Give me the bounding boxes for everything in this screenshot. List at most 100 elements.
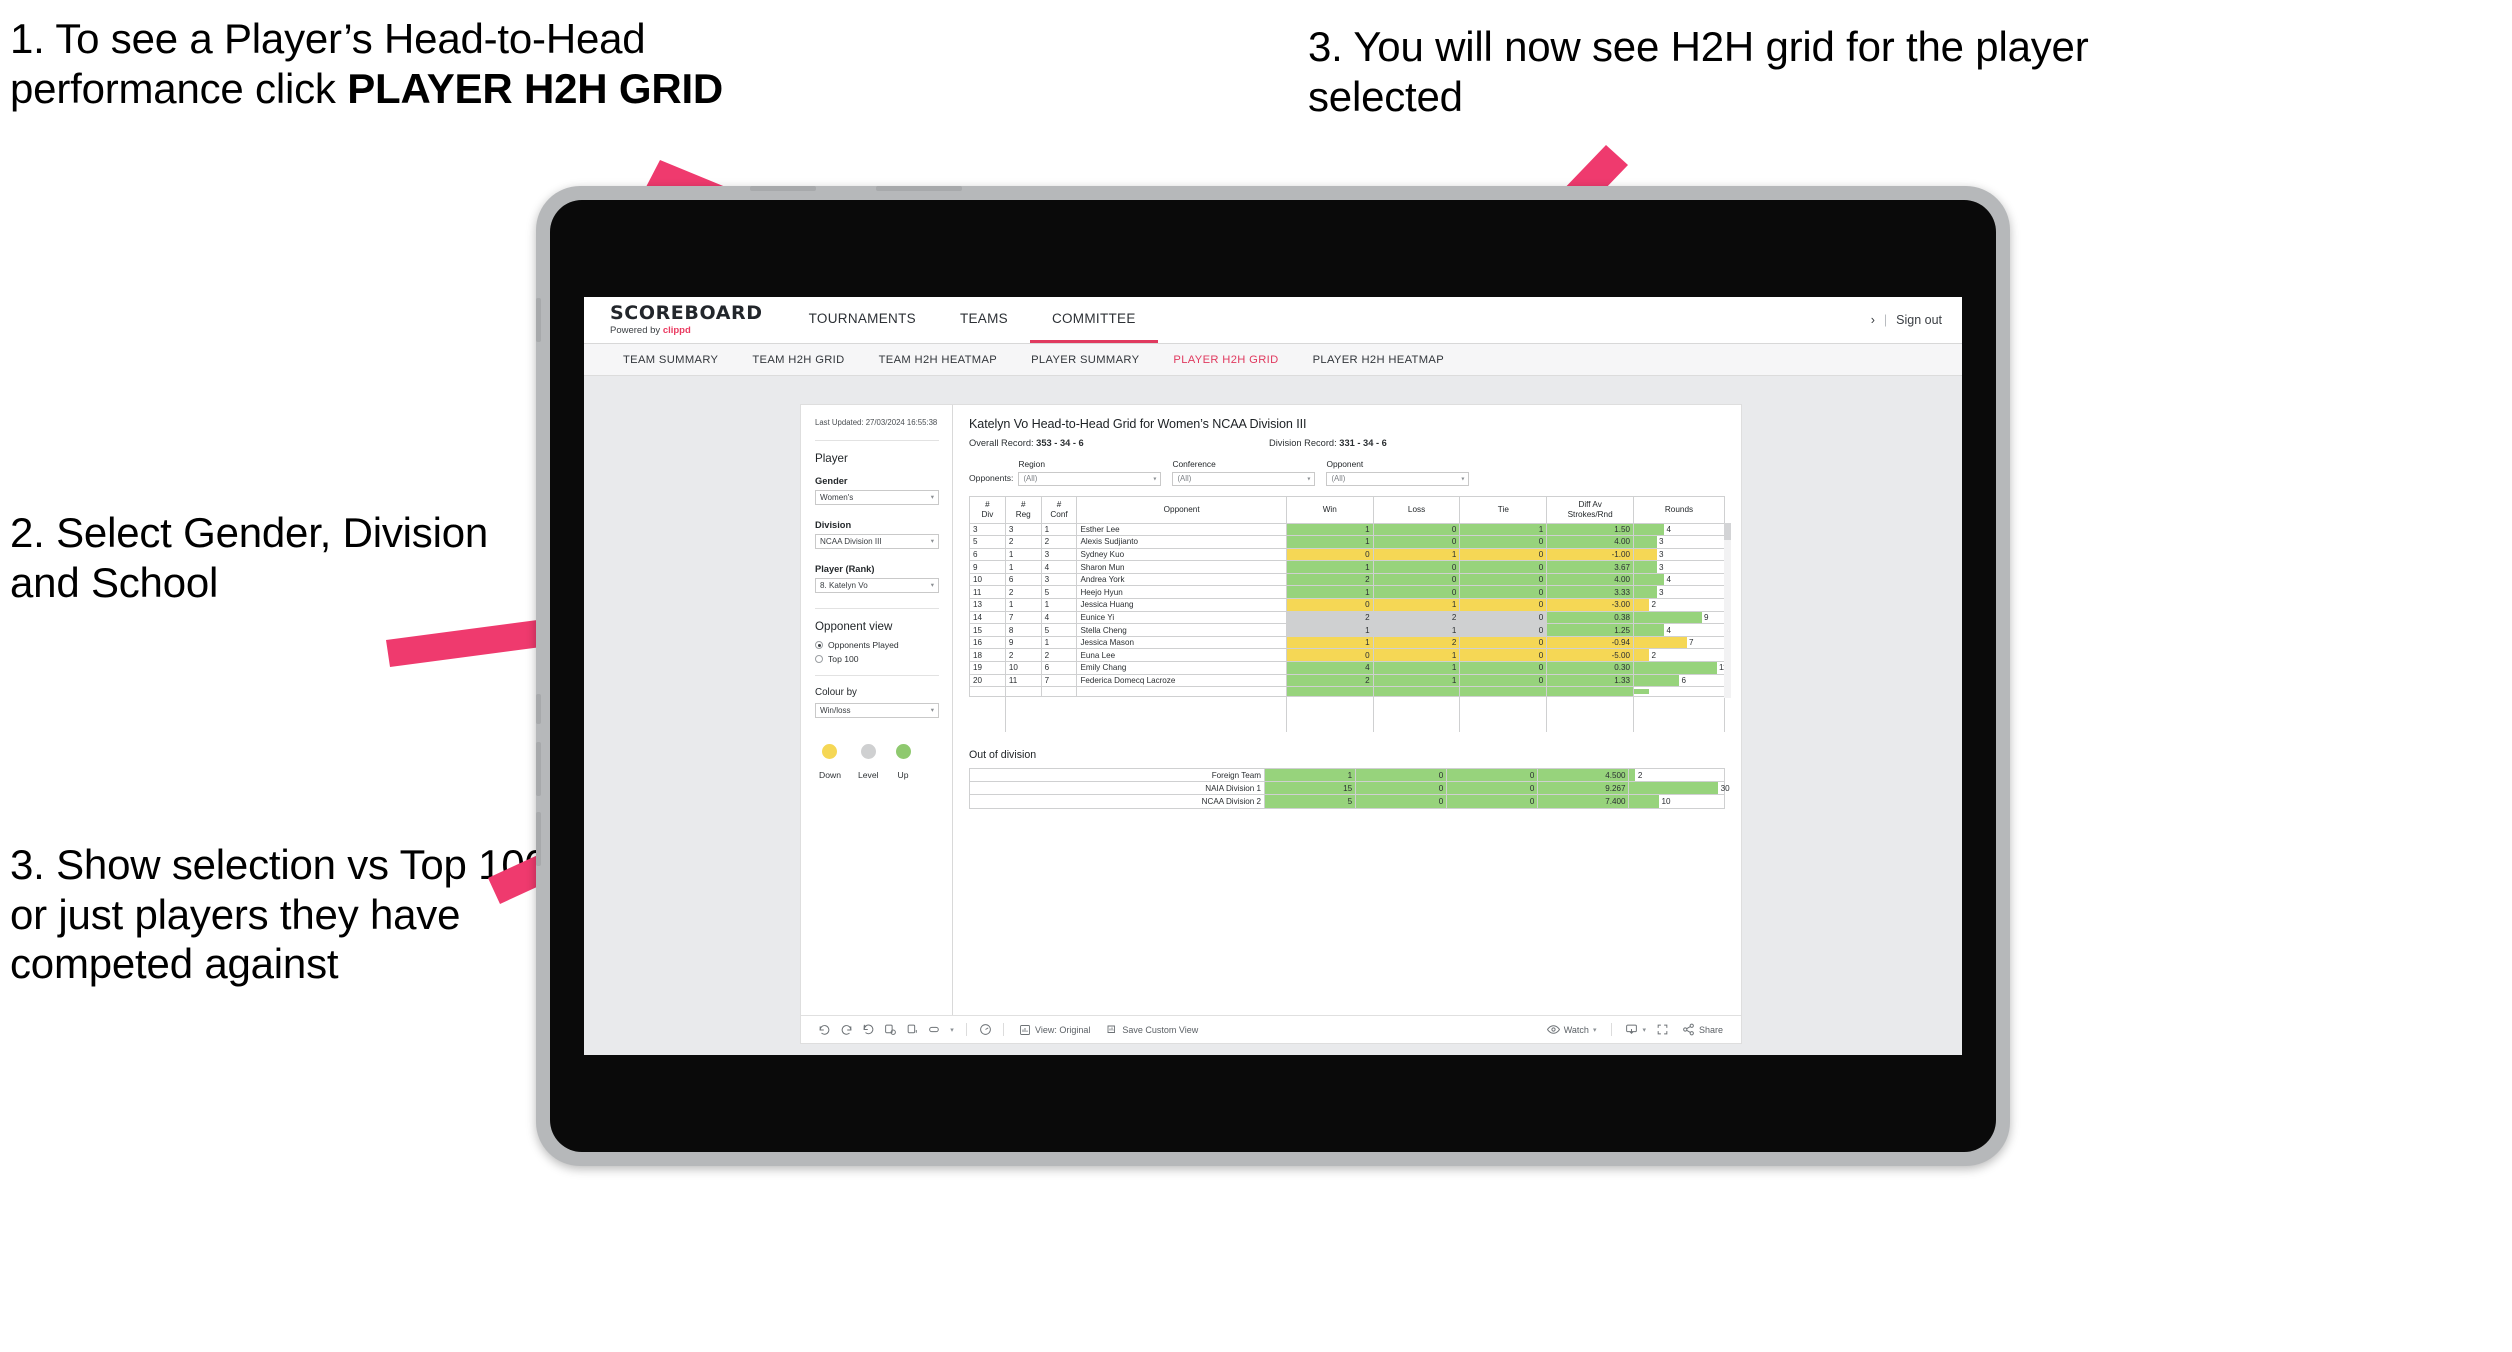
sign-out-link[interactable]: Sign out <box>1896 313 1942 327</box>
pan-speed-icon[interactable] <box>974 1023 996 1036</box>
col-diff-label: Diff Av Strokes/Rnd <box>1567 500 1613 519</box>
share-button[interactable]: Share <box>1674 1023 1729 1036</box>
grid-content: Katelyn Vo Head-to-Head Grid for Women’s… <box>953 405 1741 1015</box>
subnav-item-player-summary[interactable]: PLAYER SUMMARY <box>1014 354 1156 366</box>
refresh-data-icon[interactable] <box>879 1023 901 1036</box>
table-row-empty <box>969 708 1725 720</box>
subnav-item-team-summary[interactable]: TEAM SUMMARY <box>606 354 735 366</box>
topnav-item-teams[interactable]: TEAMS <box>938 297 1030 343</box>
chevron-right-icon[interactable]: › <box>1871 313 1875 327</box>
region-filter: Region (All) ▾ <box>1018 459 1162 486</box>
topnav-item-tournaments[interactable]: TOURNAMENTS <box>787 297 938 343</box>
topnav-item-committee[interactable]: COMMITTEE <box>1029 297 1158 343</box>
tablet-volume-down-button <box>536 812 541 866</box>
cell-opponent: Sydney Kuo <box>1076 547 1287 562</box>
highlight-icon[interactable] <box>923 1023 945 1036</box>
cell-win: 0 <box>1285 547 1374 562</box>
filter-sidebar: Last Updated: 27/03/2024 16:55:38 Player… <box>801 405 953 1015</box>
cell-rounds: 2 <box>1633 648 1725 663</box>
table-row[interactable]: 16 9 1 Jessica Mason 1 2 0 -0.94 7 <box>969 635 1725 650</box>
grid-scrollbar-thumb[interactable] <box>1724 522 1731 540</box>
subnav-item-player-h2h-heatmap[interactable]: PLAYER H2H HEATMAP <box>1296 354 1461 366</box>
division-value: NCAA Division III <box>820 536 882 546</box>
opponent-select[interactable]: (All) ▾ <box>1326 471 1470 486</box>
cell-div: 18 <box>969 648 1006 663</box>
table-row[interactable]: 11 2 5 Heejo Hyun 1 0 0 3.33 3 <box>969 585 1725 600</box>
cell-loss: 1 <box>1372 547 1461 562</box>
out-of-division-row[interactable]: NCAA Division 2 5 0 0 7.400 10 <box>968 794 1725 809</box>
rounds-bar: 4 <box>1634 574 1724 585</box>
table-row[interactable]: 19106Emily Chang4100.3011 <box>969 661 1725 675</box>
rounds-bar-fill <box>1634 612 1702 623</box>
highlight-dropdown-caret-icon[interactable]: ▾ <box>945 1026 959 1034</box>
cell-rounds: 3 <box>1633 560 1725 574</box>
watch-button[interactable]: Watch ▾ <box>1539 1023 1605 1036</box>
app-top-navigation: SCOREBOARD Powered by clippd TOURNAMENTS… <box>584 297 1962 344</box>
brand-logo[interactable]: SCOREBOARD Powered by clippd <box>584 297 787 343</box>
cell-reg: 1 <box>1004 598 1042 612</box>
cell-div: 5 <box>969 535 1006 549</box>
legend-dot-level-icon <box>860 743 876 759</box>
colour-by-select[interactable]: Win/loss ▾ <box>815 702 939 718</box>
out-of-division-row[interactable]: Foreign Team 1 0 0 4.500 2 <box>968 767 1725 783</box>
cell-opponent: Esther Lee <box>1076 522 1287 537</box>
h2h-grid-head: # Div # Reg # Conf Opponent Win Loss Tie Di… <box>969 495 1725 524</box>
save-custom-view-button[interactable]: Save Custom View <box>1098 1024 1206 1036</box>
cell-opponent: Heejo Hyun <box>1076 585 1287 600</box>
view-original-button[interactable]: View: Original <box>1011 1024 1098 1036</box>
region-select[interactable]: (All) ▾ <box>1018 471 1162 486</box>
caret-glyph: ▾ <box>950 1026 954 1034</box>
cell-loss: 1 <box>1372 623 1461 637</box>
redo-icon[interactable] <box>835 1023 857 1036</box>
table-row[interactable]: 3 3 1 Esther Lee 1 0 1 1.50 4 <box>969 522 1725 537</box>
share-label: Share <box>1698 1024 1723 1035</box>
cell-rounds: 9 <box>1633 610 1725 625</box>
revert-icon[interactable] <box>857 1023 879 1036</box>
visualization-body: Last Updated: 27/03/2024 16:55:38 Player… <box>801 405 1741 1015</box>
player-rank-select[interactable]: 8. Katelyn Vo ▾ <box>815 577 939 593</box>
table-row[interactable]: 10 6 3 Andrea York 2 0 0 4.00 4 <box>969 572 1725 587</box>
cell-tie: 0 <box>1459 623 1548 637</box>
chevron-down-icon: ▾ <box>930 494 934 502</box>
chevron-down-icon: ▾ <box>1153 475 1157 482</box>
col-conf-label: # Conf <box>1050 500 1068 519</box>
table-row-empty <box>969 719 1725 732</box>
rounds-bar: 3 <box>1634 549 1724 560</box>
table-row[interactable]: 6 1 3 Sydney Kuo 0 1 0 -1.00 3 <box>969 547 1725 562</box>
last-updated-text: Last Updated: 27/03/2024 16:55:38 <box>815 418 938 427</box>
table-row[interactable]: 5 2 2 Alexis Sudjianto 1 0 0 4.00 3 <box>969 535 1725 549</box>
table-row[interactable]: 14 7 4 Eunice Yi 2 2 0 0.38 9 <box>969 610 1725 625</box>
table-row[interactable]: 13 1 1 Jessica Huang 0 1 0 -3.00 2 <box>969 598 1725 612</box>
download-button[interactable]: ▾ <box>1619 1023 1652 1036</box>
table-row[interactable]: 20 11 7 Federica Domecq Lacroze 2 1 0 1.33 6 <box>969 673 1725 688</box>
rounds-bar-fill <box>1634 549 1657 560</box>
cell-diff: -0.94 <box>1546 635 1635 650</box>
undo-icon[interactable] <box>813 1023 835 1036</box>
division-select[interactable]: NCAA Division III ▾ <box>815 533 939 549</box>
conference-select[interactable]: (All) ▾ <box>1172 471 1316 486</box>
table-row[interactable]: 18 2 2 Euna Lee 0 1 0 -5.00 2 <box>969 648 1725 663</box>
rounds-bar-value: 3 <box>1659 587 1664 597</box>
full-screen-icon[interactable] <box>1652 1023 1674 1036</box>
subnav-item-player-h2h-grid[interactable]: PLAYER H2H GRID <box>1156 354 1295 366</box>
table-row[interactable]: 9 1 4 Sharon Mun 1 0 0 3.67 3 <box>969 560 1725 574</box>
cell-reg: 9 <box>1004 635 1042 650</box>
cell-opponent: Alexis Sudjianto <box>1076 535 1287 549</box>
subnav-item-team-h2h-grid[interactable]: TEAM H2H GRID <box>735 354 861 366</box>
app-workspace: Last Updated: 27/03/2024 16:55:38 Player… <box>584 376 1962 1055</box>
topnav-label: COMMITTEE <box>1051 311 1136 326</box>
out-of-division-body: Foreign Team 1 0 0 4.500 2 NAIA Division 1 15 0 0… <box>968 767 1730 809</box>
cell-tie: 0 <box>1459 635 1548 650</box>
out-of-division-row[interactable]: NAIA Division 1 15 0 0 9.267 30 <box>968 781 1730 796</box>
table-row[interactable]: 15 8 5 Stella Cheng 1 1 0 1.25 4 <box>969 623 1725 637</box>
radio-top-100[interactable]: Top 100 <box>815 654 939 664</box>
radio-opponents-played[interactable]: Opponents Played <box>815 640 939 650</box>
cell-reg: 7 <box>1004 610 1042 625</box>
pause-updates-icon[interactable] <box>901 1023 923 1036</box>
cell-win: 0 <box>1285 598 1374 612</box>
grid-vertical-scrollbar[interactable] <box>1724 522 1731 698</box>
callout-step-1: 1. To see a Player’s Head-to-Head perfor… <box>10 14 740 113</box>
subnav-item-team-h2h-heatmap[interactable]: TEAM H2H HEATMAP <box>862 354 1015 366</box>
toolbar-divider <box>1003 1023 1004 1036</box>
gender-select[interactable]: Women's ▾ <box>815 489 939 505</box>
